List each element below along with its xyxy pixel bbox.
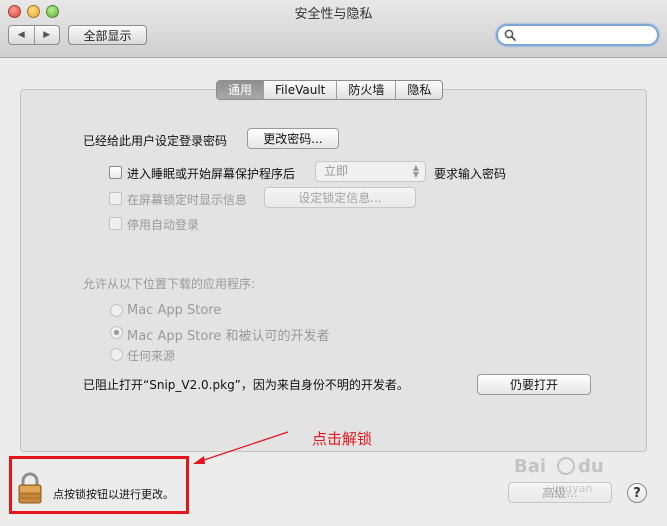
tab-general[interactable]: 通用 — [217, 81, 264, 99]
security-privacy-window: 安全性与隐私 ◀ ▶ 全部显示 通用 FileVault 防火墙 隐私 已经给此… — [0, 0, 667, 526]
show-message-label: 在屏幕锁定时显示信息 — [127, 193, 248, 207]
require-password-checkbox[interactable] — [109, 166, 122, 179]
radio-identified-developers-label: Mac App Store 和被认可的开发者 — [127, 329, 330, 344]
require-password-label: 进入睡眠或开始屏幕保护程序后 — [127, 167, 296, 181]
search-icon — [504, 29, 516, 41]
watermark-text-jingyan: jingyan — [551, 482, 592, 495]
annotation-text: 点击解锁 — [312, 430, 373, 448]
downloads-heading: 允许从以下位置下载的应用程序: — [83, 277, 256, 291]
tab-firewall[interactable]: 防火墙 — [336, 81, 395, 99]
lock-icon[interactable] — [17, 472, 43, 504]
back-forward-control: ◀ ▶ — [8, 25, 60, 45]
tab-filevault[interactable]: FileVault — [263, 81, 336, 99]
search-field[interactable] — [496, 24, 659, 46]
watermark-text-du: du — [578, 456, 604, 477]
general-panel: 已经给此用户设定登录密码 更改密码... 进入睡眠或开始屏幕保护程序后 立即 ▲… — [20, 89, 647, 452]
baidu-jingyan-watermark: Bai du jingyan — [514, 456, 604, 495]
select-arrows-icon: ▲ ▼ — [412, 163, 419, 179]
change-password-button[interactable]: 更改密码... — [247, 128, 339, 149]
radio-identified-developers[interactable] — [110, 326, 123, 339]
password-set-label: 已经给此用户设定登录密码 — [83, 134, 228, 148]
radio-anywhere[interactable] — [110, 348, 123, 361]
help-button[interactable]: ? — [627, 483, 647, 503]
back-button[interactable]: ◀ — [9, 26, 34, 44]
radio-mac-app-store[interactable] — [110, 304, 123, 317]
show-all-button[interactable]: 全部显示 — [68, 25, 147, 45]
lock-instruction-text: 点按锁按钮以进行更改。 — [53, 488, 174, 501]
set-lock-message-button[interactable]: 设定锁定信息... — [264, 187, 416, 208]
require-password-delay-value: 立即 — [324, 164, 349, 178]
disable-autologin-label: 停用自动登录 — [127, 218, 200, 232]
chevron-right-icon: ▶ — [43, 30, 51, 40]
radio-anywhere-label: 任何来源 — [127, 349, 176, 363]
require-password-suffix: 要求输入密码 — [434, 167, 507, 181]
open-anyway-button[interactable]: 仍要打开 — [477, 374, 591, 395]
show-message-checkbox[interactable] — [109, 192, 122, 205]
forward-button[interactable]: ▶ — [33, 26, 60, 44]
disable-autologin-checkbox[interactable] — [109, 217, 122, 230]
radio-mac-app-store-label: Mac App Store — [127, 303, 222, 318]
blocked-app-message: 已阻止打开“Snip_V2.0.pkg”，因为来自身份不明的开发者。 — [83, 378, 409, 392]
require-password-delay-select[interactable]: 立即 ▲ ▼ — [315, 161, 426, 182]
window-title: 安全性与隐私 — [294, 7, 373, 22]
annotation-arrow — [193, 431, 289, 464]
tab-bar: 通用 FileVault 防火墙 隐私 — [216, 80, 444, 100]
title-bar: 安全性与隐私 ◀ ▶ 全部显示 — [0, 0, 667, 58]
chevron-left-icon: ◀ — [17, 30, 25, 40]
watermark-text-bai: Bai — [514, 456, 546, 477]
tab-privacy[interactable]: 隐私 — [395, 81, 442, 99]
